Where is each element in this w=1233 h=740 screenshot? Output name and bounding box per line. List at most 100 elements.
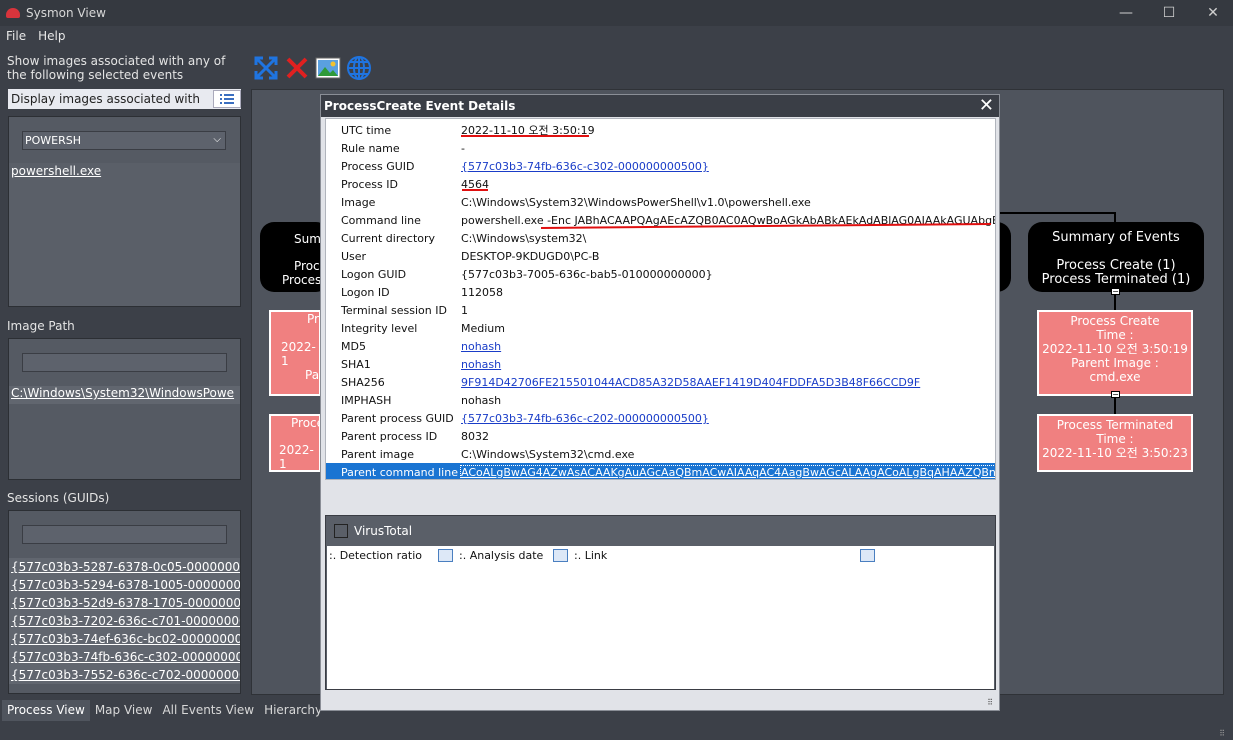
summary-process-terminated: Process Terminated (1)	[1041, 272, 1191, 287]
detail-row[interactable]: Integrity level Medium	[326, 319, 995, 337]
globe-icon[interactable]	[345, 54, 372, 81]
tab-hierarchy[interactable]: Hierarchy	[259, 700, 327, 721]
session-item[interactable]: {577c03b3-52d9-6378-1705-0000000006	[9, 594, 240, 612]
minimize-button[interactable]: —	[1103, 0, 1149, 26]
tab-process-view[interactable]: Process View	[2, 700, 90, 721]
event-box-left-2[interactable]: Proce 2022-1	[269, 414, 325, 472]
maximize-button[interactable]: ☐	[1146, 0, 1192, 26]
summary-box[interactable]: Summary of Events Process Create (1) Pro…	[1028, 222, 1204, 292]
app-logo-icon	[6, 8, 20, 18]
annotation-underline	[461, 135, 589, 137]
session-item[interactable]: {577c03b3-74ef-636c-bc02-0000000005	[9, 630, 240, 648]
detail-row[interactable]: SHA256 9F914D42706FE215501044ACD85A32D58A…	[326, 373, 995, 391]
detail-row[interactable]: IMPHASH nohash	[326, 391, 995, 409]
remove-icon[interactable]	[283, 54, 310, 81]
detail-row[interactable]: Logon ID 112058	[326, 283, 995, 301]
process-create-box[interactable]: Process Create Time : 2022-11-10 오전 3:50…	[1037, 310, 1193, 396]
detail-row[interactable]: Parent image C:\Windows\System32\cmd.exe	[326, 445, 995, 463]
event-parent-label: Parent Image :	[1071, 356, 1159, 370]
event-time-label: Time :	[1096, 328, 1134, 342]
detail-value: Medium	[461, 321, 505, 335]
column-header-link[interactable]: :. Link	[574, 549, 607, 562]
detail-row[interactable]: Rule name -	[326, 139, 995, 157]
detail-value-link[interactable]: 9F914D42706FE215501044ACD85A32D58AAEF141…	[461, 376, 995, 389]
image-path-search-input[interactable]	[22, 353, 227, 372]
image-path-item[interactable]: C:\Windows\System32\WindowsPowe	[9, 386, 234, 400]
detail-key: SHA1	[341, 357, 371, 371]
combo-value: POWERSH	[25, 134, 82, 147]
detail-value: {577c03b3-7005-636c-bab5-010000000000}	[461, 267, 713, 281]
dialog-title-bar: ProcessCreate Event Details ✕	[321, 95, 999, 117]
event-title: Proce	[291, 416, 325, 430]
window-resize-grip-icon[interactable]: ⠿	[1219, 729, 1225, 738]
image-list-item[interactable]: powershell.exe	[11, 164, 101, 178]
detail-row[interactable]: Process GUID {577c03b3-74fb-636c-c302-000…	[326, 157, 995, 175]
event-time-label: Time :	[1096, 432, 1134, 446]
tree-connector	[997, 212, 1115, 214]
detail-row[interactable]: Parent process ID 8032	[326, 427, 995, 445]
detail-value: 1	[461, 303, 468, 317]
detail-row[interactable]: Logon GUID {577c03b3-7005-636c-bab5-01000…	[326, 265, 995, 283]
menu-help[interactable]: Help	[32, 29, 71, 43]
event-time: 2022-1	[281, 340, 316, 368]
window-title: Sysmon View	[26, 6, 106, 20]
column-header-analysis-date[interactable]: :. Analysis date	[459, 549, 543, 562]
tab-map-view[interactable]: Map View	[90, 700, 158, 721]
detail-value: C:\Windows\system32\	[461, 231, 587, 245]
detail-row[interactable]: UTC time 2022-11-10 오전 3:50:19	[326, 121, 995, 139]
detail-row[interactable]: User DESKTOP-9KDUGD0\PC-B	[326, 247, 995, 265]
resize-grip-icon[interactable]: ⠿	[987, 698, 993, 707]
column-resize-icon[interactable]	[860, 549, 875, 562]
detail-row-selected[interactable]: Parent command line ACoALgBwAG4AZwAsACAAK…	[326, 463, 995, 479]
tab-all-events-view[interactable]: All Events View	[157, 700, 259, 721]
close-button[interactable]: ✕	[1190, 0, 1233, 26]
expand-icon[interactable]	[252, 54, 279, 81]
detail-key: Terminal session ID	[341, 303, 447, 317]
collapse-icon[interactable]: −	[1111, 391, 1120, 399]
toolbar	[252, 54, 372, 81]
event-title: Pro	[307, 312, 327, 326]
detail-value: 4564	[461, 177, 489, 191]
detail-value-link[interactable]: nohash	[461, 340, 995, 353]
event-title: Process Create	[1070, 314, 1160, 328]
column-header-detection-ratio[interactable]: :. Detection ratio	[329, 549, 422, 562]
detail-value: C:\Windows\System32\WindowsPowerShell\v1…	[461, 195, 811, 209]
image-filter-combo[interactable]: POWERSH ⌵	[22, 131, 226, 150]
detail-key: Parent process GUID	[341, 411, 454, 425]
detail-key: UTC time	[341, 123, 392, 137]
detail-row[interactable]: Image C:\Windows\System32\WindowsPowerShe…	[326, 193, 995, 211]
session-item[interactable]: {577c03b3-7202-636c-c701-0000000005	[9, 612, 240, 630]
detail-row[interactable]: Terminal session ID 1	[326, 301, 995, 319]
session-item[interactable]: {577c03b3-5294-6378-1005-0000000006	[9, 576, 240, 594]
detail-value: C:\Windows\System32\cmd.exe	[461, 447, 635, 461]
session-item[interactable]: {577c03b3-74fb-636c-c302-0000000005	[9, 648, 240, 666]
detail-value-link[interactable]: {577c03b3-74fb-636c-c302-000000000500}	[461, 160, 995, 173]
image-path-label: Image Path	[7, 319, 75, 333]
detail-row[interactable]: Current directory C:\Windows\system32\	[326, 229, 995, 247]
column-resize-icon[interactable]	[438, 549, 453, 562]
sessions-search-input[interactable]	[22, 525, 227, 544]
detail-row[interactable]: MD5 nohash	[326, 337, 995, 355]
tree-connector	[1114, 398, 1116, 415]
detail-value-link[interactable]: {577c03b3-74fb-636c-c202-000000000500}	[461, 412, 995, 425]
detail-row[interactable]: Process ID 4564	[326, 175, 995, 193]
detail-row[interactable]: SHA1 nohash	[326, 355, 995, 373]
image-icon[interactable]	[314, 54, 341, 81]
event-box-left[interactable]: Pro 2022-1 Pa	[269, 310, 327, 396]
dialog-close-button[interactable]: ✕	[979, 95, 994, 117]
virustotal-checkbox[interactable]	[334, 524, 348, 538]
image-list: powershell.exe	[9, 163, 240, 306]
process-terminated-box[interactable]: Process Terminated Time : 2022-11-10 오전 …	[1037, 414, 1193, 472]
detail-value-link[interactable]: nohash	[461, 358, 995, 371]
session-item[interactable]: {577c03b3-7552-636c-c702-0000000005	[9, 666, 240, 684]
collapse-icon[interactable]: −	[1111, 288, 1120, 296]
detail-row[interactable]: Parent process GUID {577c03b3-74fb-636c-c…	[326, 409, 995, 427]
menu-file[interactable]: File	[0, 29, 32, 43]
column-resize-icon[interactable]	[553, 549, 568, 562]
filter-description: Show images associated with any of the f…	[7, 54, 226, 82]
session-item[interactable]: {577c03b3-5287-6378-0c05-0000000006	[9, 558, 240, 576]
detail-key: Logon ID	[341, 285, 390, 299]
tree-connector	[1114, 295, 1116, 311]
list-icon[interactable]	[213, 90, 241, 108]
event-details-table: UTC time 2022-11-10 오전 3:50:19 Rule name -…	[325, 118, 996, 480]
